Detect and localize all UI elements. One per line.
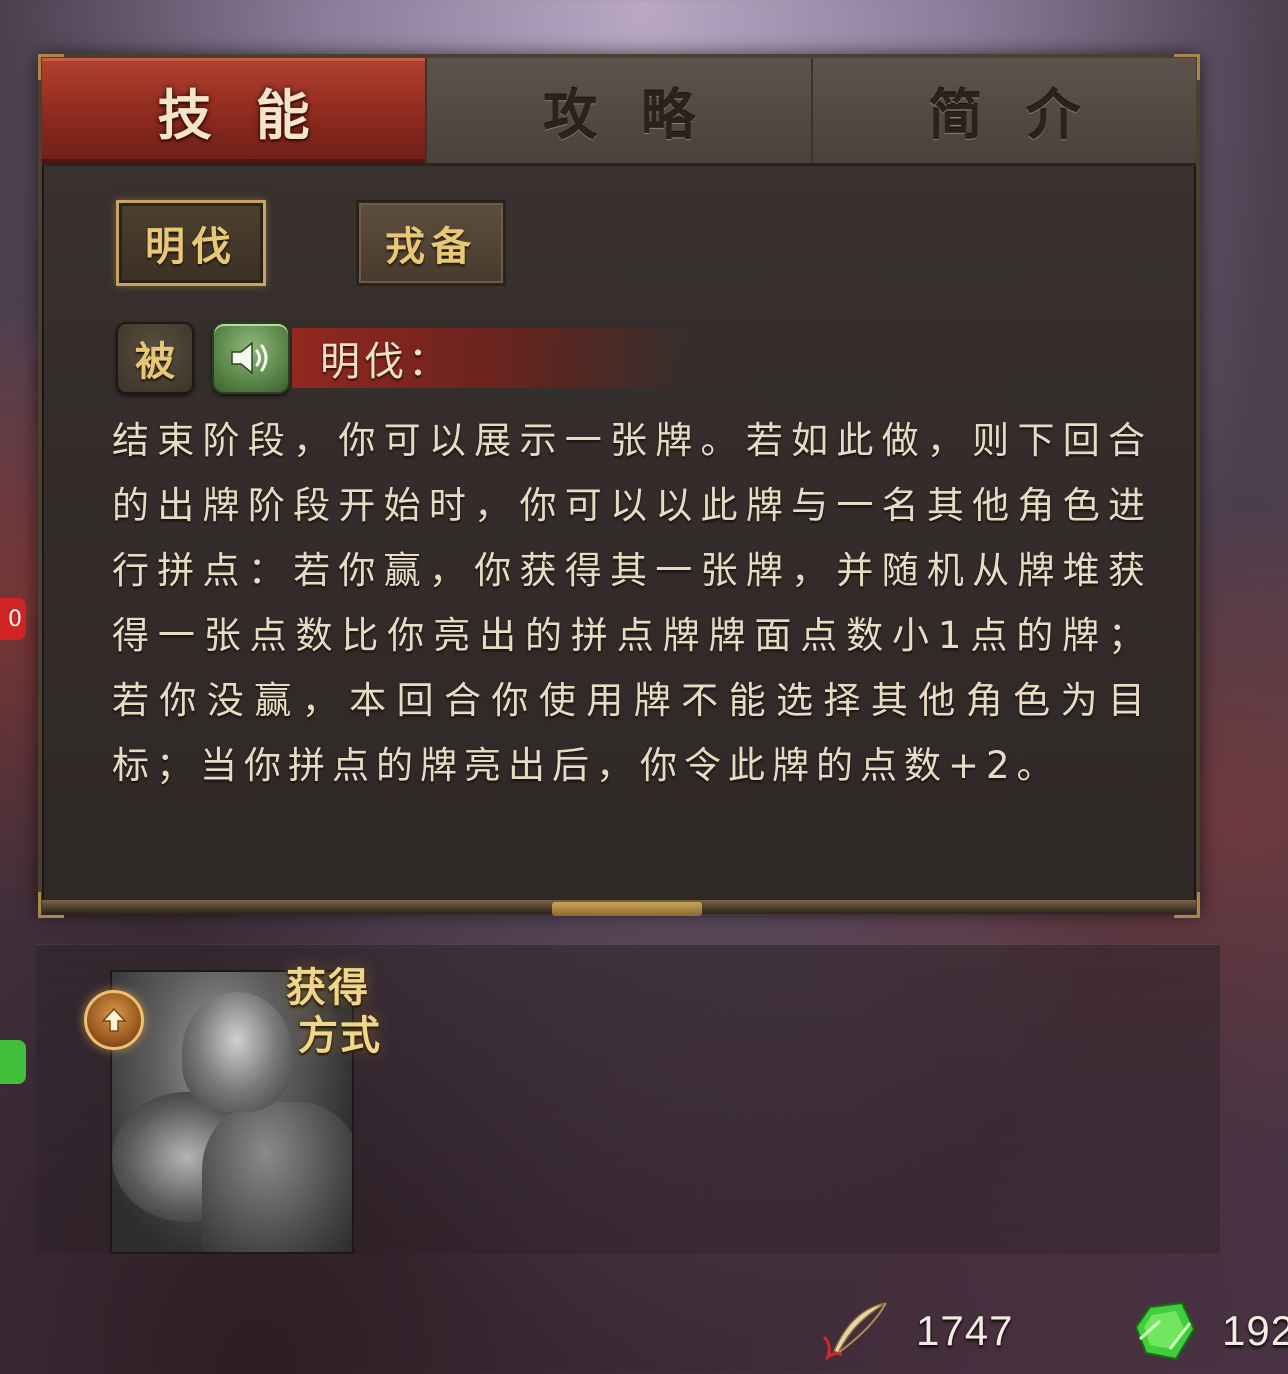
passive-skill-badge: 被 [116, 322, 194, 394]
tab-bar: 技能 攻略 简介 [42, 58, 1196, 166]
tab-strategy[interactable]: 攻略 [427, 58, 813, 163]
panel-bottom-ornament [552, 902, 702, 916]
feather-icon [822, 1302, 887, 1362]
tab-intro[interactable]: 简介 [813, 58, 1196, 163]
tab-skills[interactable]: 技能 [42, 58, 428, 163]
currency-feather: 1747 [820, 1296, 1013, 1366]
jade-amount: 192 [1222, 1307, 1288, 1354]
skill-name: 明伐： [292, 328, 692, 388]
skill-description: 结束阶段，你可以展示一张牌。若如此做，则下回合的出牌阶段开始时，你可以以此牌与一… [112, 419, 1152, 787]
skill-button-mingfa[interactable]: 明伐 [116, 200, 266, 286]
feather-amount: 1747 [916, 1307, 1014, 1354]
jade-icon [1134, 1301, 1196, 1361]
corner-ornament [1174, 54, 1200, 80]
acquire-method-button[interactable]: 获得 方式 [286, 964, 390, 1074]
skill-header: 被 明伐： [116, 322, 716, 394]
side-notification-badge[interactable]: 0 [0, 598, 26, 640]
corner-ornament [38, 54, 64, 80]
speaker-icon[interactable] [212, 322, 290, 394]
hero-helmet [182, 992, 292, 1112]
skill-panel: 技能 攻略 简介 明伐 戎备 被 明伐： 结束阶段，你可以展示一张牌。若如此做，… [38, 54, 1200, 918]
side-green-tab[interactable] [0, 1040, 26, 1084]
upgrade-arrow-icon[interactable] [84, 990, 144, 1050]
skill-button-rongbei[interactable]: 戎备 [356, 200, 506, 286]
hero-body [202, 1102, 352, 1252]
currency-jade: 192 [1130, 1296, 1288, 1366]
corner-ornament [38, 892, 64, 918]
corner-ornament [1174, 892, 1200, 918]
